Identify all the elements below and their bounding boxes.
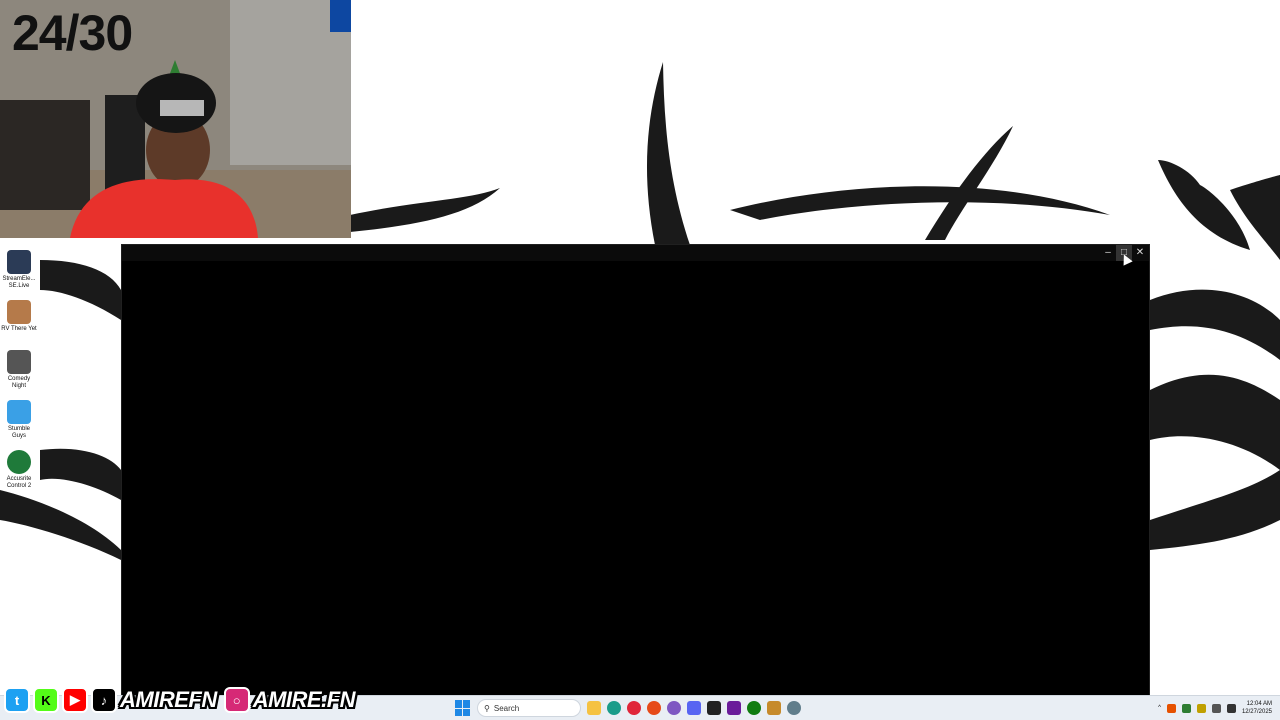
taskbar-search-input[interactable]: ⚲ Search — [477, 699, 581, 717]
twitter-icon: t — [4, 687, 30, 713]
social-handle-instagram: AMIRE.FN — [252, 687, 356, 712]
instagram-icon: ○ — [223, 687, 250, 713]
progress-counter: 24/30 — [12, 5, 133, 61]
desktop-icon-label: Stumble Guys — [7, 426, 30, 439]
desktop-icon-column: StreamEle... SE.Live RV There Yet Comedy… — [0, 250, 38, 500]
epic-games-icon[interactable] — [707, 701, 721, 715]
network-icon[interactable] — [1211, 703, 1221, 713]
obs-icon[interactable] — [727, 701, 741, 715]
desktop-icon-rv-there-yet[interactable]: RV There Yet — [0, 300, 38, 350]
minimize-button[interactable]: – — [1100, 245, 1116, 261]
settings-icon[interactable] — [787, 701, 801, 715]
taskbar-center: ⚲ Search — [455, 698, 801, 718]
app-shield-icon[interactable] — [767, 701, 781, 715]
desktop-icon-comedy-night[interactable]: Comedy Night — [0, 350, 38, 400]
opera-gx-icon[interactable] — [627, 701, 641, 715]
desktop-icon-label: Comedy Night — [7, 376, 31, 389]
window-titlebar[interactable]: – □ ✕ — [122, 245, 1149, 261]
close-button[interactable]: ✕ — [1132, 245, 1148, 261]
tray-app-icon[interactable] — [1181, 703, 1191, 713]
stumble-guys-icon — [7, 400, 31, 424]
clock-date: 12/27/2025 — [1241, 709, 1272, 715]
desktop-icon-focusrite[interactable]: Accusrite Control 2 — [0, 450, 38, 500]
social-handle-primary: AMIREFN — [120, 687, 217, 712]
app-window[interactable]: – □ ✕ — [121, 244, 1150, 696]
microphone-icon — [7, 350, 31, 374]
edge-icon[interactable] — [607, 701, 621, 715]
system-tray: ^ 12:04 AM 12/27/2025 — [1158, 698, 1272, 718]
desktop-icon-stumble-guys[interactable]: Stumble Guys — [0, 400, 38, 450]
desktop-icon-label: RV There Yet — [1, 326, 37, 332]
itunes-icon[interactable] — [667, 701, 681, 715]
streamelements-icon — [7, 250, 31, 274]
tray-app-icon[interactable] — [1166, 703, 1176, 713]
chrome-icon[interactable] — [647, 701, 661, 715]
rv-there-yet-icon — [7, 300, 31, 324]
search-placeholder: Search — [493, 703, 520, 713]
search-icon: ⚲ — [484, 703, 490, 713]
social-overlay: t K ▶ ♪ AMIREFN ○ AMIRE.FN — [4, 684, 359, 716]
volume-icon[interactable] — [1226, 703, 1236, 713]
desktop-icon-label: StreamEle... SE.Live — [2, 276, 36, 289]
desktop-icon-streamelements[interactable]: StreamEle... SE.Live — [0, 250, 38, 300]
desktop-icon-label: Accusrite Control 2 — [6, 476, 32, 489]
focusrite-icon — [7, 450, 31, 474]
tiktok-icon: ♪ — [91, 687, 117, 713]
discord-icon[interactable] — [687, 701, 701, 715]
microphone-tray-icon[interactable] — [1196, 703, 1206, 713]
webcam-feed: 24/30 — [0, 0, 351, 238]
file-explorer-icon[interactable] — [587, 701, 601, 715]
clock-time: 12:04 AM — [1246, 701, 1272, 707]
windows-start-button[interactable] — [455, 700, 471, 716]
chevron-up-icon[interactable]: ^ — [1158, 705, 1161, 711]
taskbar-clock[interactable]: 12:04 AM 12/27/2025 — [1242, 700, 1272, 716]
youtube-icon: ▶ — [62, 687, 88, 713]
xbox-icon[interactable] — [747, 701, 761, 715]
kick-icon: K — [33, 687, 59, 713]
